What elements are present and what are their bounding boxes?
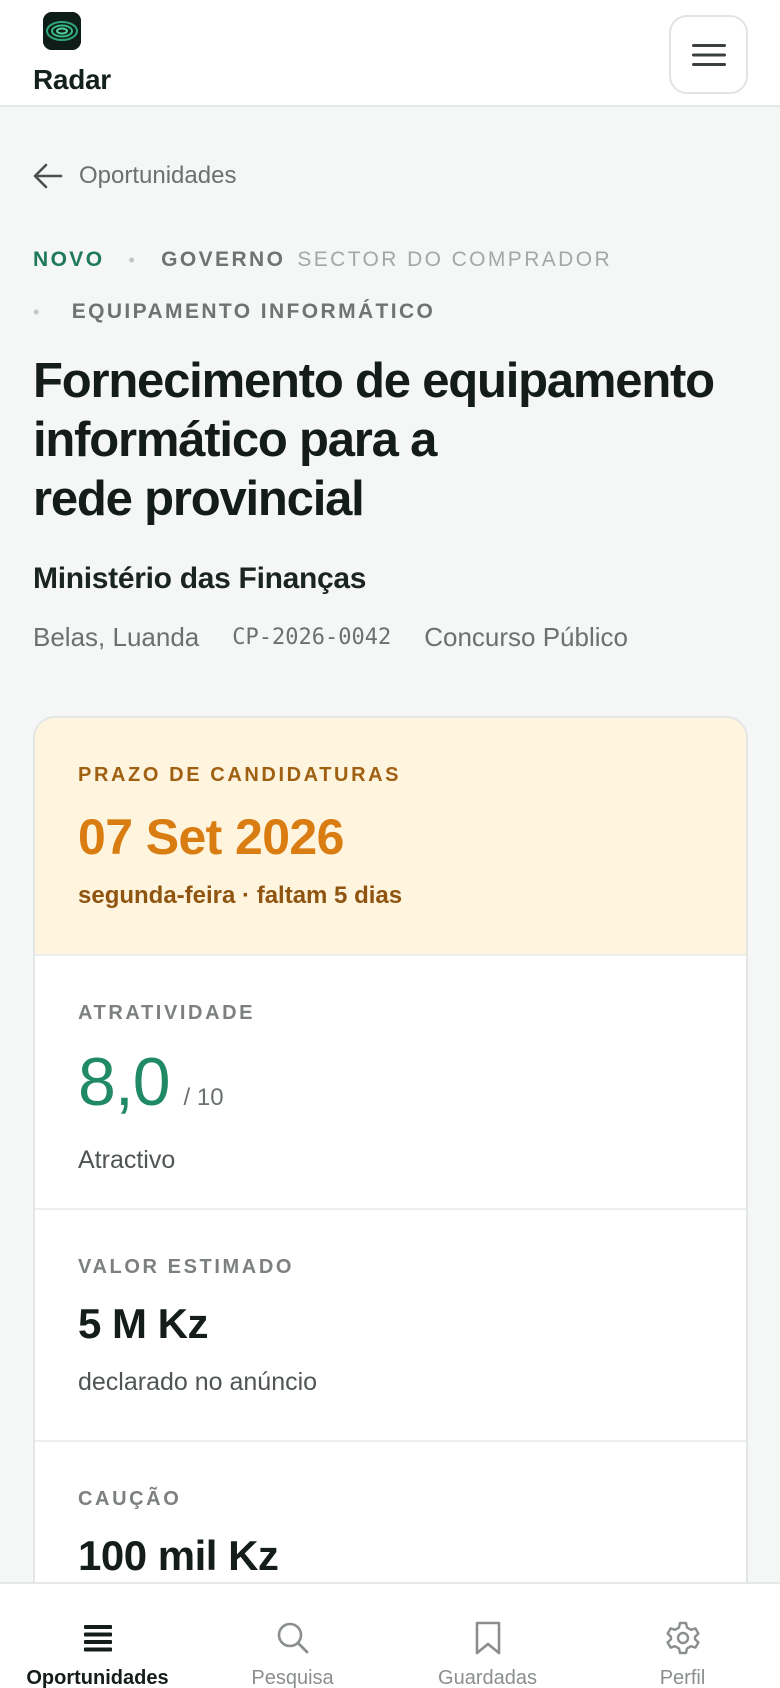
- bond-amount: 100 mil Kz: [78, 1532, 279, 1579]
- tender-tags: NOVO • GOVERNO SECTOR DO COMPRADOR: [33, 248, 612, 272]
- deadline-remaining: segunda-feira · faltam 5 dias: [78, 882, 403, 909]
- gear-icon: [665, 1621, 700, 1655]
- bond-label: CAUÇÃO: [78, 1488, 182, 1510]
- reference-code: CP-2026-0042: [232, 625, 392, 650]
- location: Belas, Luanda: [33, 622, 200, 652]
- deadline-date: 07 Set 2026: [78, 809, 344, 865]
- tender-title-line: Fornecimento de equipamento: [33, 354, 715, 408]
- separator-dot: •: [128, 249, 138, 270]
- attractiveness-label: ATRATIVIDADE: [78, 1002, 256, 1024]
- attractiveness-description: Atractivo: [78, 1146, 176, 1174]
- nav-label: Guardadas: [438, 1667, 537, 1688]
- estimated-value-amount: 5 M Kz: [78, 1300, 209, 1347]
- status-badge: NOVO: [33, 248, 105, 271]
- hamburger-menu-icon: [691, 43, 726, 66]
- deadline-label: PRAZO DE CANDIDATURAS: [78, 764, 402, 786]
- procedure-type: Concurso Público: [424, 622, 628, 652]
- nav-item-saved[interactable]: Guardadas: [390, 1584, 585, 1688]
- buyer-name: Ministério das Finanças: [33, 562, 367, 595]
- category-tag: EQUIPAMENTO INFORMÁTICO: [71, 300, 436, 323]
- tender-info-row: Belas, Luanda CP-2026-0042 Concurso Públ…: [33, 622, 628, 653]
- back-link[interactable]: Oportunidades: [33, 158, 236, 194]
- estimated-value-label: VALOR ESTIMADO: [78, 1256, 295, 1278]
- tender-title: Fornecimento de equipamento informático …: [33, 352, 753, 529]
- buyer-sector-value: GOVERNO: [161, 248, 286, 271]
- page: Radar Oportunidades NOVO • GOVERNO SECTO…: [0, 0, 780, 1688]
- radar-logo-icon: [43, 12, 81, 50]
- nav-label: Pesquisa: [251, 1667, 334, 1688]
- score-value: 8,0: [78, 1044, 171, 1120]
- nav-item-profile[interactable]: Perfil: [585, 1584, 780, 1688]
- back-link-label: Oportunidades: [79, 162, 237, 189]
- tender-title-line: informático para a: [33, 413, 437, 467]
- deadline-section: PRAZO DE CANDIDATURAS 07 Set 2026 segund…: [35, 718, 746, 956]
- nav-item-search[interactable]: Pesquisa: [195, 1584, 390, 1688]
- estimated-value-description: declarado no anúncio: [78, 1368, 318, 1396]
- tender-title-line: rede provincial: [33, 472, 365, 526]
- list-stack-icon: [83, 1625, 112, 1652]
- tender-category-row: • EQUIPAMENTO INFORMÁTICO: [33, 300, 435, 324]
- score-max: / 10: [183, 1084, 224, 1111]
- nav-label: Perfil: [659, 1667, 706, 1688]
- nav-item-opportunities[interactable]: Oportunidades: [0, 1584, 195, 1688]
- separator-dot: •: [33, 301, 42, 322]
- app-header: Radar: [0, 0, 780, 107]
- search-icon: [277, 1622, 308, 1654]
- tender-summary-card: PRAZO DE CANDIDATURAS 07 Set 2026 segund…: [33, 716, 748, 1688]
- menu-button[interactable]: [669, 15, 748, 94]
- app-title: Radar: [33, 64, 111, 95]
- attractiveness-score: 8,0 / 10: [78, 1043, 224, 1121]
- bottom-navigation: Oportunidades Pesquisa Guardadas Perfil: [0, 1582, 780, 1688]
- arrow-left-icon: [33, 163, 63, 189]
- nav-label: Oportunidades: [26, 1667, 169, 1688]
- bookmark-icon: [475, 1621, 500, 1655]
- buyer-sector-label: SECTOR DO COMPRADOR: [297, 248, 613, 271]
